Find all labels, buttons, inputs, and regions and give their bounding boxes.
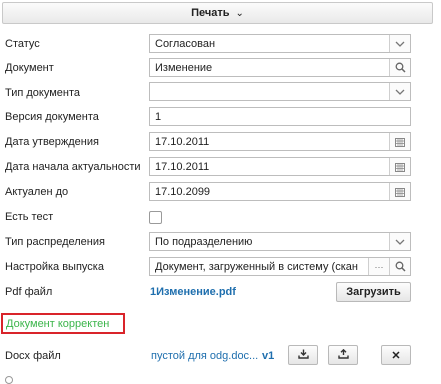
- search-icon[interactable]: [389, 258, 410, 275]
- approval-date-input[interactable]: 17.10.2011: [149, 132, 411, 151]
- version-value: 1: [155, 110, 162, 123]
- version-input[interactable]: 1: [149, 107, 411, 126]
- status-value: Согласован: [155, 37, 216, 50]
- actual-until-value: 17.10.2099: [155, 185, 211, 198]
- docx-file-label: Docx файл: [5, 350, 61, 362]
- chevron-down-icon[interactable]: [389, 35, 410, 52]
- download-button[interactable]: [288, 345, 318, 365]
- calendar-icon[interactable]: [389, 158, 410, 175]
- calendar-icon[interactable]: [389, 183, 410, 200]
- doc-type-select[interactable]: [149, 82, 411, 101]
- has-test-label: Есть тест: [5, 211, 54, 223]
- docx-version: v1: [262, 350, 275, 362]
- download-icon: [297, 349, 309, 362]
- print-button[interactable]: Печать ⌄: [2, 2, 433, 24]
- release-setting-label: Настройка выпуска: [5, 261, 104, 273]
- status-select[interactable]: Согласован: [149, 34, 411, 53]
- print-label: Печать: [191, 7, 230, 19]
- chevron-down-icon[interactable]: [389, 83, 410, 100]
- close-icon[interactable]: ✕: [381, 345, 411, 365]
- upload-docx-button[interactable]: [328, 345, 358, 365]
- version-label: Версия документа: [5, 111, 99, 123]
- actual-start-input[interactable]: 17.10.2011: [149, 157, 411, 176]
- upload-button[interactable]: Загрузить: [336, 282, 411, 302]
- distribution-type-value: По подразделению: [155, 235, 253, 248]
- release-setting-value: Документ, загруженный в систему (скан: [155, 260, 358, 273]
- ellipsis-icon[interactable]: ···: [368, 258, 389, 275]
- upload-icon: [337, 348, 349, 362]
- pdf-file-label: Pdf файл: [5, 286, 53, 298]
- calendar-icon[interactable]: [389, 133, 410, 150]
- actual-start-value: 17.10.2011: [155, 160, 210, 173]
- actual-until-input[interactable]: 17.10.2099: [149, 182, 411, 201]
- chevron-down-icon: ⌄: [235, 7, 244, 19]
- document-value: Изменение: [155, 61, 213, 74]
- document-field[interactable]: Изменение: [149, 58, 411, 77]
- release-setting-field[interactable]: Документ, загруженный в систему (скан ··…: [149, 257, 411, 276]
- actual-start-label: Дата начала актуальности: [5, 161, 141, 173]
- distribution-type-select[interactable]: По подразделению: [149, 232, 411, 251]
- search-icon[interactable]: [389, 59, 410, 76]
- partial-row-icon: [5, 376, 13, 384]
- status-message: Документ корректен: [6, 317, 110, 330]
- has-test-checkbox[interactable]: [149, 211, 162, 224]
- status-message-box: Документ корректен: [1, 313, 125, 334]
- docx-file-link[interactable]: пустой для odg.doc...: [151, 350, 258, 362]
- distribution-type-label: Тип распределения: [5, 236, 105, 248]
- pdf-file-link[interactable]: 1Изменение.pdf: [150, 286, 236, 298]
- chevron-down-icon[interactable]: [389, 233, 410, 250]
- document-label: Документ: [5, 62, 54, 74]
- approval-date-label: Дата утверждения: [5, 136, 99, 148]
- doc-type-label: Тип документа: [5, 87, 81, 99]
- approval-date-value: 17.10.2011: [155, 135, 210, 148]
- actual-until-label: Актуален до: [5, 186, 69, 198]
- status-label: Статус: [5, 38, 40, 50]
